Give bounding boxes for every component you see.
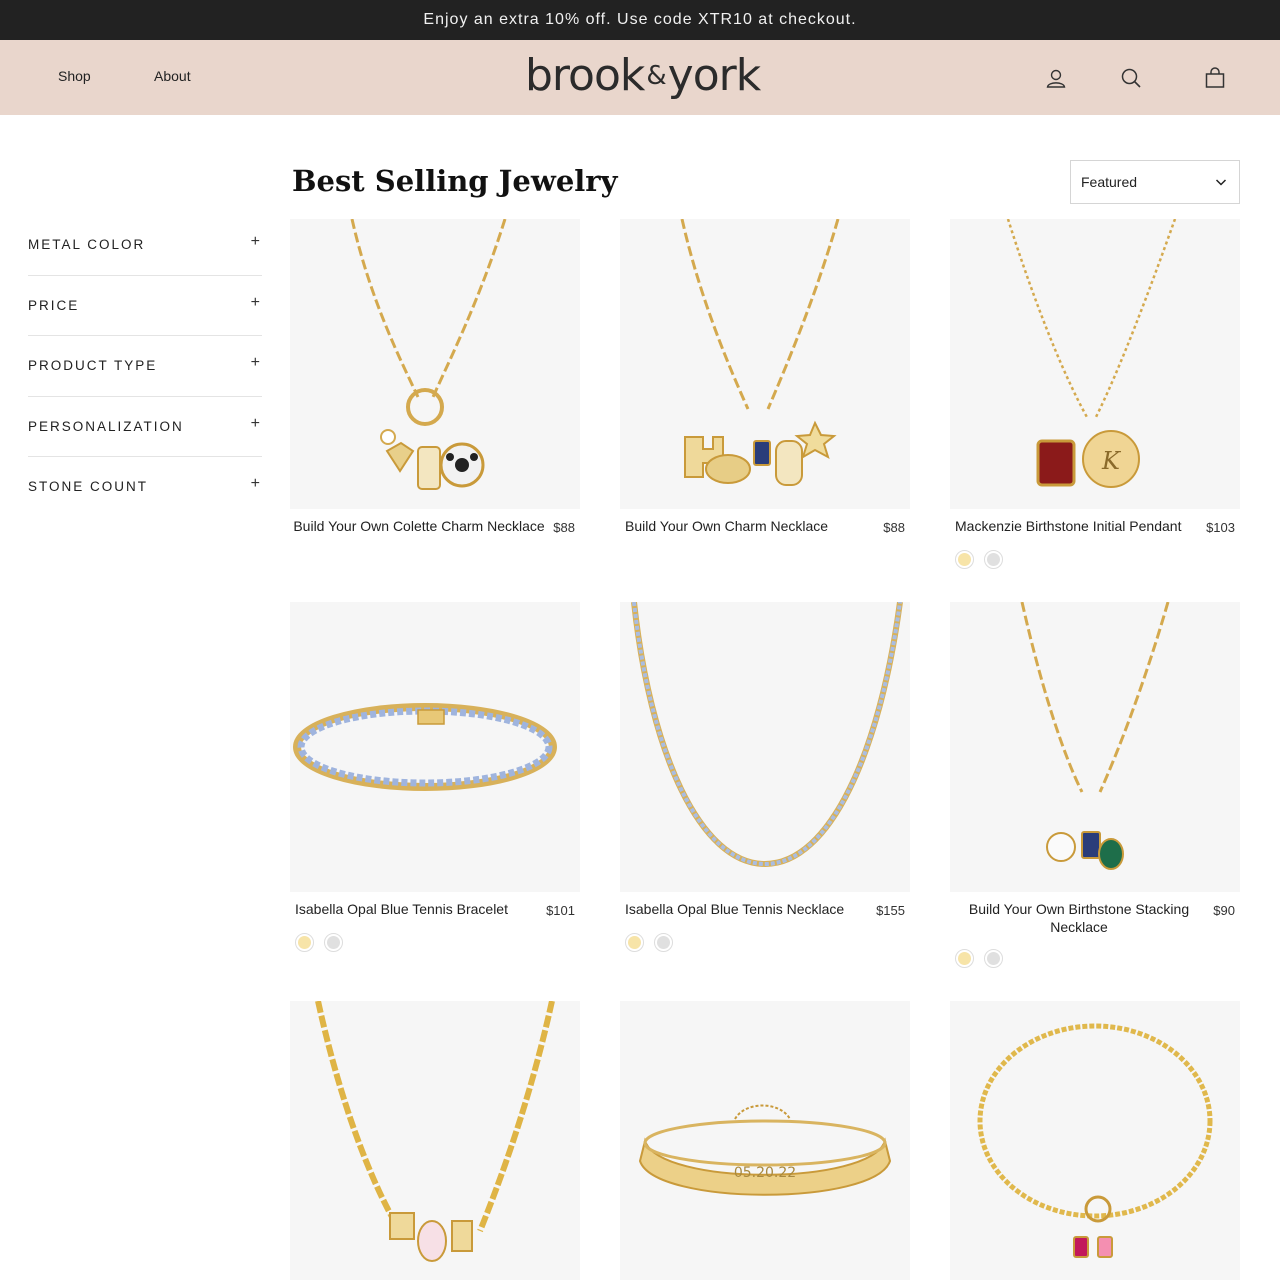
nav-shop-link[interactable]: Shop	[58, 68, 91, 84]
product-name[interactable]: Isabella Opal Blue Tennis Necklace	[625, 900, 865, 918]
search-icon[interactable]	[1119, 66, 1143, 90]
color-swatches	[955, 949, 1003, 968]
silver-swatch[interactable]	[984, 550, 1003, 569]
logo-text-left: brook	[525, 50, 645, 101]
engraving-text: 05.20.22	[734, 1165, 796, 1181]
filter-label: METAL COLOR	[28, 237, 146, 252]
sort-select[interactable]: Featured	[1070, 160, 1240, 204]
charm-bracelet-image	[977, 1023, 1213, 1258]
product-image[interactable]	[290, 219, 580, 509]
product-image[interactable]: K	[950, 219, 1240, 509]
silver-swatch[interactable]	[654, 933, 673, 952]
product-price: $88	[883, 520, 905, 535]
brand-logo[interactable]: brook&york	[525, 50, 762, 101]
product-price: $90	[1213, 903, 1235, 918]
product-card[interactable]: Isabella Opal Blue Tennis Necklace $155	[620, 602, 910, 952]
filter-personalization[interactable]: PERSONALIZATION +	[28, 397, 262, 457]
color-swatches	[295, 933, 343, 952]
initial-pendant-image: K	[1006, 219, 1177, 488]
logo-ampersand: &	[646, 61, 666, 91]
product-card[interactable]: Isabella Opal Blue Tennis Bracelet $101	[290, 602, 580, 952]
product-card[interactable]: Build Your Own Colette Charm Necklace $8…	[290, 219, 580, 549]
plus-icon: +	[250, 414, 260, 432]
engraved-cuff-image: 05.20.22	[638, 1104, 892, 1196]
plus-icon: +	[250, 233, 260, 250]
product-price: $101	[546, 903, 575, 918]
product-image[interactable]	[950, 602, 1240, 892]
product-image[interactable]	[290, 1001, 580, 1280]
product-card[interactable]: Build Your Own Birthstone Stacking Neckl…	[950, 602, 1240, 968]
product-card[interactable]: K Mackenzie Birthstone Initial Pendant $…	[950, 219, 1240, 569]
cart-icon[interactable]	[1203, 66, 1227, 90]
logo-text-right: york	[667, 50, 762, 101]
charm-initial-text: K	[1101, 447, 1122, 475]
plus-icon: +	[250, 293, 260, 311]
tennis-necklace-image	[631, 602, 903, 868]
filter-metal-color[interactable]: METAL COLOR +	[28, 215, 262, 276]
product-image[interactable]	[290, 602, 580, 892]
filter-stone-count[interactable]: STONE COUNT +	[28, 457, 262, 518]
tennis-bracelet-image	[293, 703, 557, 791]
sort-selected-value: Featured	[1081, 174, 1138, 190]
color-swatches	[625, 933, 673, 952]
nav-about-link[interactable]: About	[154, 68, 191, 84]
charm-necklace-image	[680, 219, 840, 486]
plus-icon: +	[250, 475, 260, 492]
product-image[interactable]	[620, 219, 910, 509]
curb-chain-charm-necklace-image	[315, 1001, 555, 1262]
birthstone-necklace-image	[1020, 602, 1170, 870]
product-card[interactable]	[950, 1001, 1240, 1280]
filter-label: PRICE	[28, 297, 80, 313]
account-icon[interactable]	[1044, 66, 1068, 90]
product-card[interactable]	[290, 1001, 580, 1280]
product-price: $155	[876, 903, 905, 918]
product-image[interactable]	[950, 1001, 1240, 1280]
product-card[interactable]: Build Your Own Charm Necklace $88	[620, 219, 910, 549]
page-title: Best Selling Jewelry	[292, 164, 618, 198]
site-header: Shop About brook&york	[0, 40, 1280, 115]
filter-label: STONE COUNT	[28, 479, 149, 494]
gold-swatch[interactable]	[625, 933, 644, 952]
announcement-bar: Enjoy an extra 10% off. Use code XTR10 a…	[0, 0, 1280, 40]
filter-label: PERSONALIZATION	[28, 418, 184, 434]
product-name[interactable]: Mackenzie Birthstone Initial Pendant	[955, 517, 1195, 535]
product-name[interactable]: Build Your Own Birthstone Stacking Neckl…	[950, 900, 1208, 936]
product-image[interactable]: 05.20.22	[620, 1001, 910, 1280]
filter-sidebar: METAL COLOR + PRICE + PRODUCT TYPE + PERSON…	[28, 215, 262, 518]
plus-icon: +	[250, 354, 260, 371]
gold-swatch[interactable]	[955, 949, 974, 968]
gold-swatch[interactable]	[295, 933, 314, 952]
silver-swatch[interactable]	[324, 933, 343, 952]
product-card[interactable]: 05.20.22	[620, 1001, 910, 1280]
product-name[interactable]: Build Your Own Colette Charm Necklace	[290, 517, 548, 535]
product-name[interactable]: Build Your Own Charm Necklace	[625, 517, 865, 535]
filter-price[interactable]: PRICE +	[28, 276, 262, 336]
filter-product-type[interactable]: PRODUCT TYPE +	[28, 336, 262, 397]
filter-label: PRODUCT TYPE	[28, 358, 158, 373]
charm-necklace-image	[350, 219, 507, 490]
chevron-down-icon	[1215, 179, 1227, 186]
product-price: $103	[1206, 520, 1235, 535]
product-image[interactable]	[620, 602, 910, 892]
product-price: $88	[553, 520, 575, 535]
color-swatches	[955, 550, 1003, 569]
silver-swatch[interactable]	[984, 949, 1003, 968]
gold-swatch[interactable]	[955, 550, 974, 569]
product-name[interactable]: Isabella Opal Blue Tennis Bracelet	[295, 900, 535, 918]
